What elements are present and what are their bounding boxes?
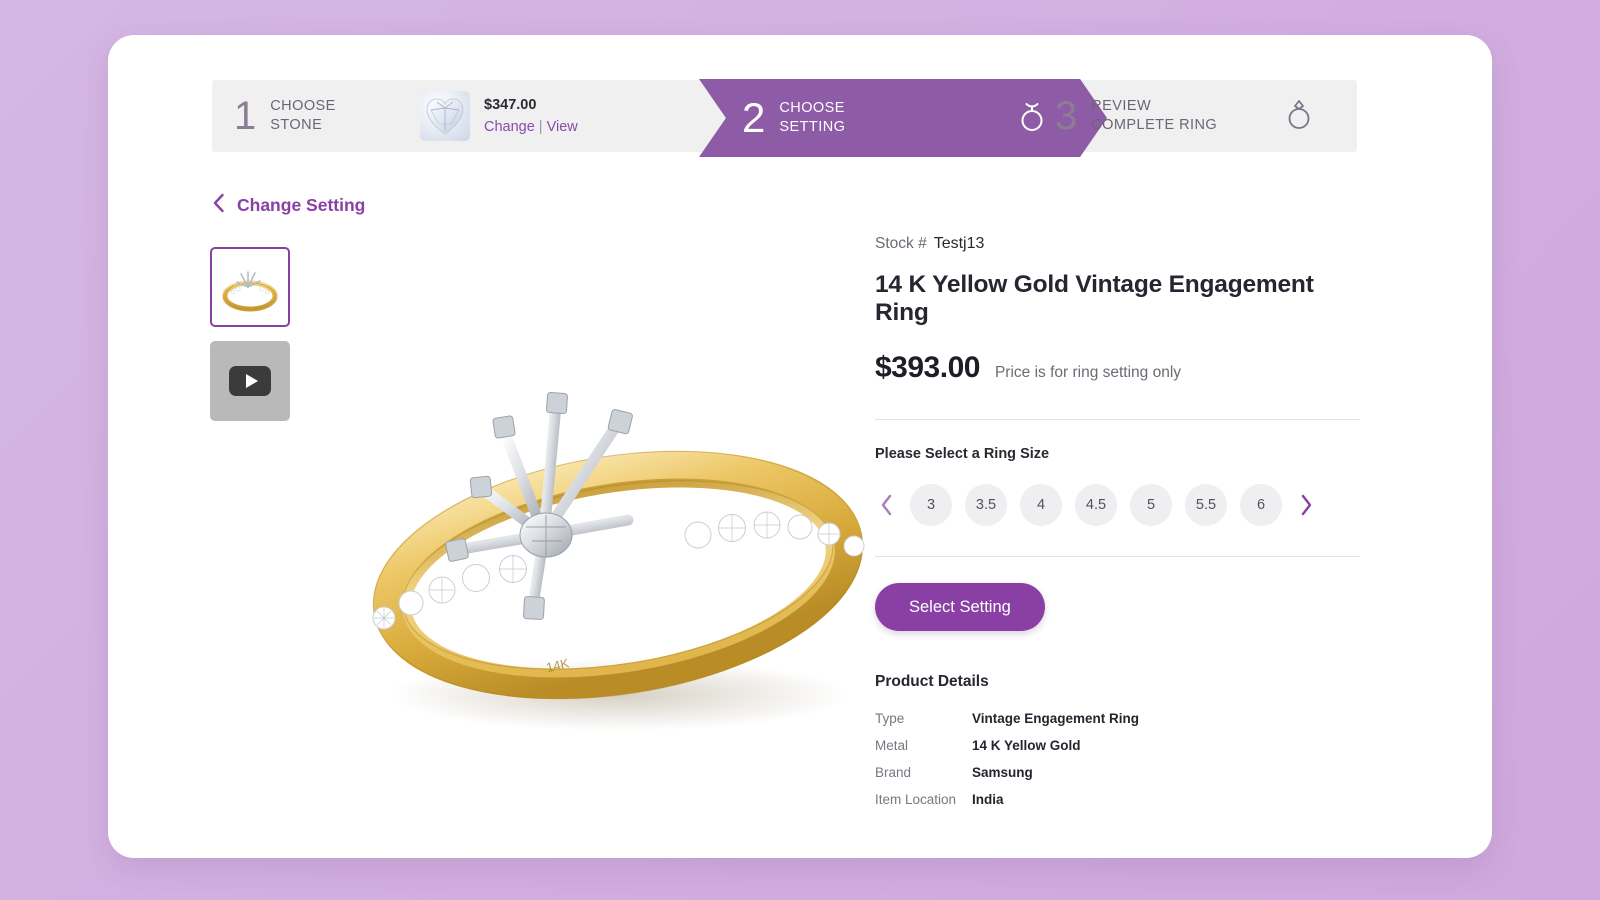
diamond-ring-icon [1286,96,1312,137]
detail-value-type: Vintage Engagement Ring [972,711,1140,726]
product-details-table: Type Vintage Engagement Ring Metal 14 K … [875,705,1360,813]
step-1-number: 1 [234,94,256,138]
step-3-label-line2: COMPLETE RING [1091,117,1218,133]
table-row: Metal 14 K Yellow Gold [875,732,1360,759]
detail-key-item-location: Item Location [875,792,957,807]
page-title: 14 K Yellow Gold Vintage Engagement Ring [875,271,1314,326]
gallery-thumbnails [210,247,291,435]
stone-change-link[interactable]: Change [484,119,535,135]
ring-size-section-title: Please Select a Ring Size [875,446,1050,462]
select-setting-button[interactable]: Select Setting [875,583,1045,631]
product-card: 1 CHOOSE STONE $347.00 Change | View 2 C… [108,35,1492,858]
ring-size-prev-arrow[interactable] [875,488,897,522]
step-3-label-line1: REVIEW [1091,97,1152,114]
ring-size-next-arrow[interactable] [1295,488,1317,522]
step-3-review-complete-ring[interactable]: 3 REVIEW COMPLETE RING [1017,80,1357,152]
table-row: Brand Samsung [875,759,1360,786]
ring-size-option-5-5[interactable]: 5.5 [1185,484,1227,526]
diamond-stone-icon[interactable] [420,91,470,141]
checkout-step-bar: 1 CHOOSE STONE $347.00 Change | View 2 C… [212,79,1357,157]
stone-links: Change | View [484,116,578,138]
stock-value: Testj13 [933,235,985,252]
ring-size-option-6[interactable]: 6 [1240,484,1282,526]
divider-above-sizes [875,419,1360,420]
change-setting-label: Change Setting [237,195,366,215]
ring-hero-image[interactable]: 14K [308,335,928,755]
step-3-label: REVIEW COMPLETE RING [1091,97,1217,136]
step-1-label-line2: STONE [270,117,323,133]
step-1-label-line1: CHOOSE [270,97,336,114]
price-row: $393.00 Price is for ring setting only [875,351,1360,385]
step-2-label-line1: CHOOSE [779,99,845,116]
stone-link-separator: | [538,119,543,135]
ring-size-option-5[interactable]: 5 [1130,484,1172,526]
detail-key-type: Type [875,711,905,726]
table-row: Item Location India [875,786,1360,813]
product-price: $393.00 [875,351,980,384]
step-1-label: CHOOSE STONE [270,97,336,136]
change-setting-back-link[interactable]: Change Setting [212,193,365,218]
ring-image-thumbnail[interactable] [210,247,290,327]
detail-key-brand: Brand [875,765,912,780]
stone-view-link[interactable]: View [547,119,578,135]
stone-price: $347.00 [484,96,537,113]
product-details-title: Product Details [875,673,989,690]
ring-size-carousel: 3 3.5 4 4.5 5 5.5 6 [875,484,1360,526]
stock-label: Stock # [875,235,927,252]
chevron-left-icon [212,193,225,218]
detail-value-item-location: India [972,792,1004,807]
step-2-label-line2: SETTING [779,119,846,135]
ring-video-thumbnail[interactable] [210,341,290,421]
play-button-icon [229,366,271,396]
stock-number-row: Stock # Testj13 [875,235,1360,253]
detail-value-metal: 14 K Yellow Gold [972,738,1081,753]
product-detail-pane: Stock # Testj13 14 K Yellow Gold Vintage … [875,235,1360,813]
detail-value-brand: Samsung [972,765,1033,780]
price-note: Price is for ring setting only [994,364,1182,381]
ring-size-option-4-5[interactable]: 4.5 [1075,484,1117,526]
detail-key-metal: Metal [875,738,909,753]
step-2-label: CHOOSE SETTING [779,99,845,138]
divider-below-sizes [875,556,1360,557]
table-row: Type Vintage Engagement Ring [875,705,1360,732]
step-3-number: 3 [1055,94,1077,138]
ring-size-option-4[interactable]: 4 [1020,484,1062,526]
selected-stone-chip: $347.00 Change | View [420,91,578,141]
step-2-number: 2 [742,94,765,141]
ring-size-option-3[interactable]: 3 [910,484,952,526]
ring-size-option-3-5[interactable]: 3.5 [965,484,1007,526]
